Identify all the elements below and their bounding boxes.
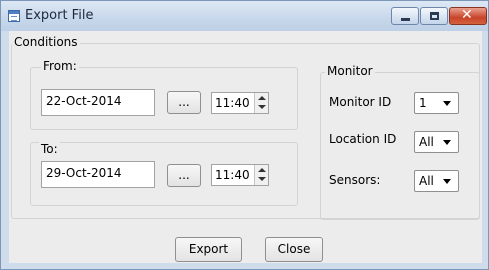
minimize-icon xyxy=(401,18,410,21)
maximize-icon xyxy=(430,12,439,20)
monitor-id-value: 1 xyxy=(419,96,427,110)
export-button[interactable]: Export xyxy=(175,237,242,262)
to-date-input[interactable]: 29-Oct-2014 xyxy=(41,161,155,188)
conditions-group: Conditions From: 22-Oct-2014 ... 11:40 T… xyxy=(11,35,480,220)
from-legend: From: xyxy=(41,59,79,73)
conditions-legend: Conditions xyxy=(12,35,80,49)
from-date-browse-button[interactable]: ... xyxy=(167,91,201,114)
chevron-down-icon xyxy=(443,179,451,184)
close-icon: ✕ xyxy=(461,7,473,23)
monitor-legend: Monitor xyxy=(325,64,375,78)
title-bar[interactable]: Export File ✕ xyxy=(1,1,488,31)
from-time-value: 11:40 xyxy=(215,96,250,110)
location-id-value: All xyxy=(419,135,434,149)
to-date-browse-button[interactable]: ... xyxy=(167,164,201,187)
export-file-window: Export File ✕ Conditions From: 22-Oct-20… xyxy=(0,0,489,270)
to-group: To: 29-Oct-2014 ... 11:40 xyxy=(30,142,298,206)
monitor-group: Monitor Monitor ID 1 Location ID All Sen… xyxy=(320,64,480,220)
from-time-spinner[interactable]: 11:40 xyxy=(211,92,269,114)
sensors-select[interactable]: All xyxy=(414,170,459,192)
close-window-button[interactable]: ✕ xyxy=(449,7,487,25)
spin-updown-icon[interactable] xyxy=(254,93,268,113)
monitor-id-select[interactable]: 1 xyxy=(414,92,459,114)
sensors-value: All xyxy=(419,174,434,188)
monitor-id-label: Monitor ID xyxy=(329,95,392,109)
chevron-down-icon xyxy=(443,140,451,145)
chevron-down-icon xyxy=(443,101,451,106)
from-group: From: 22-Oct-2014 ... 11:40 xyxy=(30,59,298,130)
form-icon xyxy=(8,10,20,22)
spin-updown-icon[interactable] xyxy=(254,165,268,185)
location-id-label: Location ID xyxy=(329,132,397,146)
to-time-value: 11:40 xyxy=(215,168,250,182)
to-legend: To: xyxy=(39,142,60,156)
maximize-button[interactable] xyxy=(420,7,448,25)
dialog-body: Conditions From: 22-Oct-2014 ... 11:40 T… xyxy=(9,31,482,263)
location-id-select[interactable]: All xyxy=(414,131,459,153)
from-date-input[interactable]: 22-Oct-2014 xyxy=(41,89,155,116)
minimize-button[interactable] xyxy=(391,7,419,25)
close-button[interactable]: Close xyxy=(265,237,323,262)
sensors-label: Sensors: xyxy=(329,173,381,187)
window-title: Export File xyxy=(25,8,94,23)
to-time-spinner[interactable]: 11:40 xyxy=(211,164,269,186)
